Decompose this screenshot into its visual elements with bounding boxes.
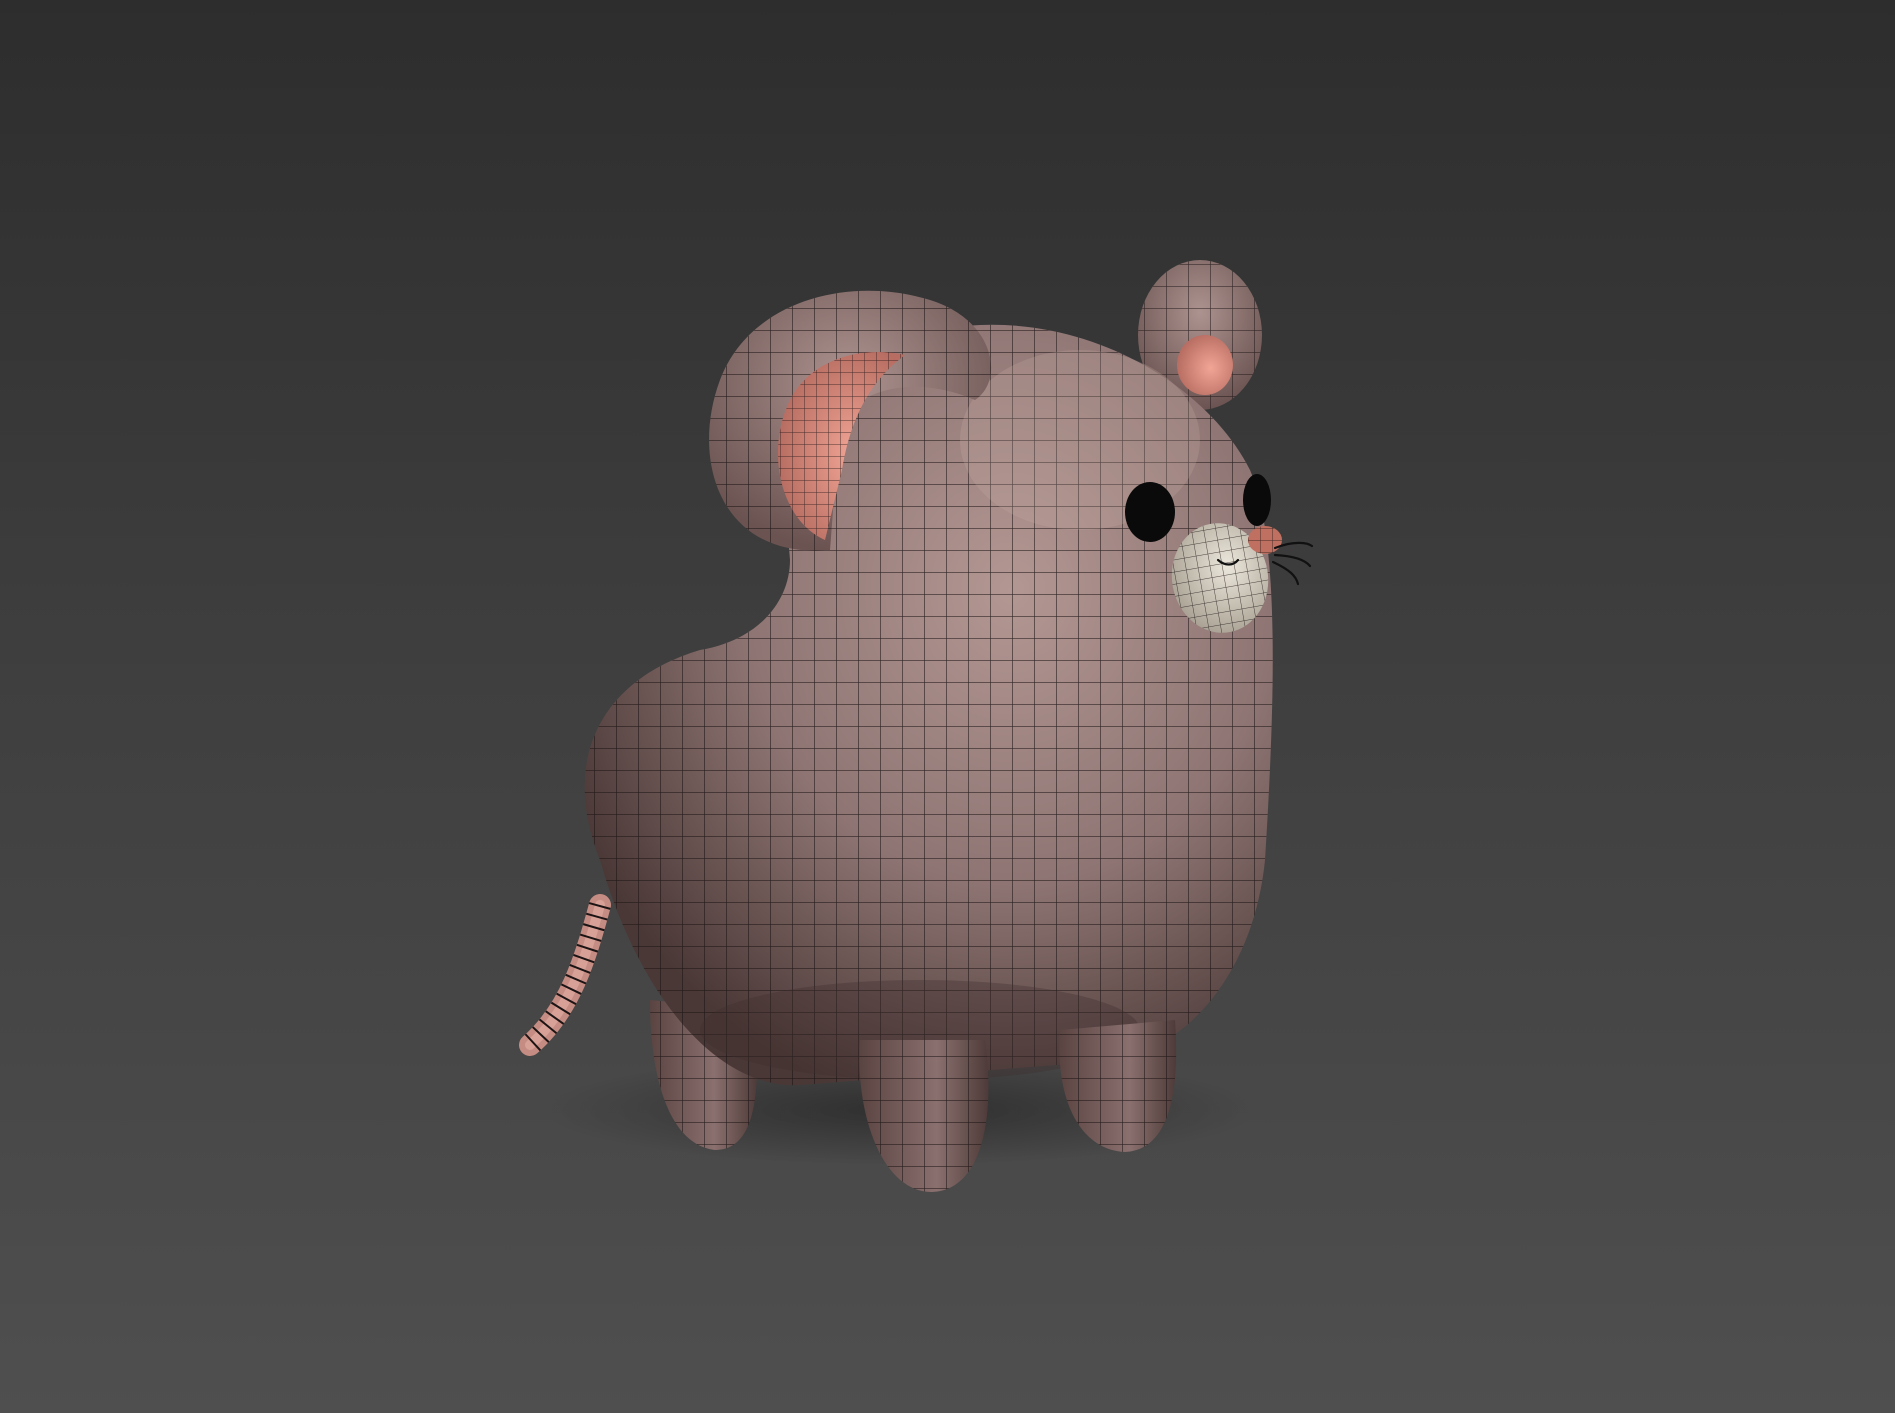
scene-canvas (519, 260, 1314, 1192)
3d-viewport[interactable] (0, 0, 1895, 1413)
tail (519, 894, 611, 1056)
right-eye (1243, 474, 1271, 526)
front-leg-left (859, 1040, 989, 1192)
body (584, 324, 1273, 1086)
nose (1248, 526, 1282, 554)
left-eye (1125, 482, 1175, 542)
